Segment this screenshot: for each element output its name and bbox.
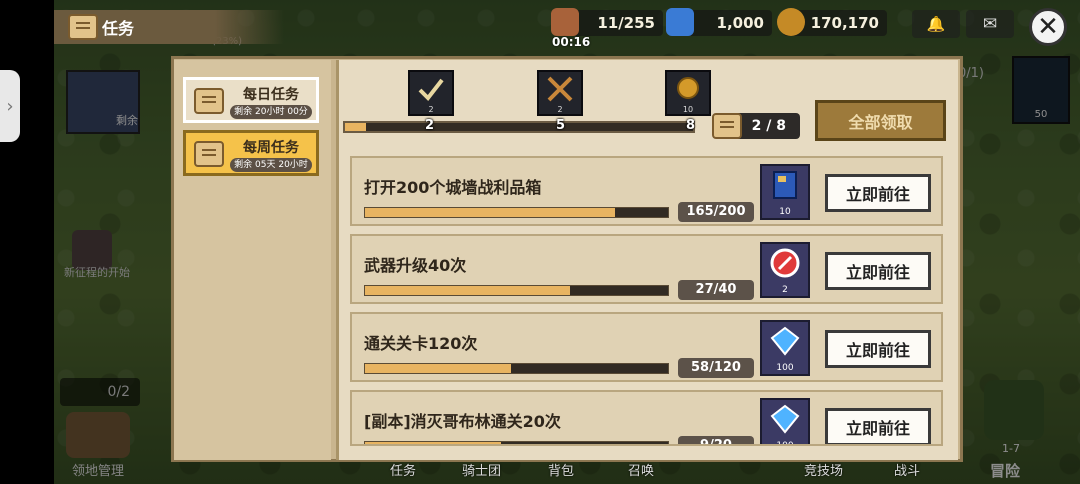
milestone-reward-3[interactable]: 10 (665, 70, 711, 116)
task-progress-fill (365, 208, 615, 217)
scroll-icon (194, 141, 224, 167)
task-row: 武器升级40次 27/40 2 立即前往 (350, 234, 943, 304)
gold-coin-icon (777, 8, 805, 36)
tab-weekly-timer: 剩余 05天 20小时 (230, 158, 312, 172)
milestone-1-count: 2 (428, 105, 434, 114)
chest-icon (551, 8, 579, 36)
reward-count: 2 (782, 285, 788, 295)
sword-check-icon (418, 78, 444, 102)
window-title-bar: 任务 (54, 10, 284, 44)
overall-progress-badge: 2 / 8 (712, 113, 800, 139)
bell-icon[interactable]: 🔔 (912, 10, 960, 38)
close-button[interactable]: ✕ (1029, 8, 1067, 46)
task-progress-bar (364, 207, 669, 218)
scroll-icon (68, 14, 98, 40)
task-row: 通关关卡120次 58/120 100 立即前往 (350, 312, 943, 382)
overall-progress-text: 2 / 8 (751, 118, 786, 134)
task-progress-text: 58/120 (678, 358, 754, 378)
milestone-1-threshold: 2 (425, 118, 435, 133)
task-progress-fill (365, 364, 512, 373)
task-title: 武器升级40次 (364, 256, 467, 275)
milestone-2-threshold: 5 (556, 118, 566, 133)
scroll-icon (194, 88, 224, 114)
nav-knights[interactable]: 骑士团 (462, 460, 501, 479)
claim-all-button[interactable]: 全部领取 (815, 100, 946, 141)
milestone-reward-1[interactable]: 2 (408, 70, 454, 116)
nav-summon[interactable]: 召唤 (628, 460, 654, 479)
tab-daily-timer: 剩余 20小时 00分 (230, 105, 312, 119)
milestone-3-threshold: 8 (686, 118, 696, 133)
hud-gold: 170,170 (777, 8, 887, 36)
gold-coin-icon (677, 77, 699, 99)
book-icon[interactable]: 10 (760, 164, 810, 220)
reward-count: 10 (779, 207, 791, 217)
gems-value: 1,000 (716, 14, 764, 32)
hud-resource1: 11/255 (551, 8, 663, 36)
orb-graphic (770, 248, 800, 278)
chevron-right-icon: › (6, 95, 14, 117)
gem-icon (666, 8, 694, 36)
tab-daily-label: 每日任务 (243, 87, 299, 103)
mail-icon[interactable]: ✉ (966, 10, 1014, 38)
task-row: [副本]消灭哥布林通关20次 9/20 100 立即前往 (350, 390, 943, 446)
blue-gem-icon[interactable]: 100 (760, 398, 810, 446)
task-title: 通关关卡120次 (364, 334, 478, 353)
overall-progress-bar (343, 121, 695, 133)
go-button[interactable]: 立即前往 (825, 174, 931, 212)
milestone-3-count: 10 (682, 105, 694, 114)
tab-weekly[interactable]: 每周任务 剩余 05天 20小时 (183, 130, 319, 176)
task-progress-fill (365, 442, 502, 444)
task-title: 打开200个城墙战利品箱 (364, 178, 542, 197)
milestone-2-count: 2 (557, 105, 563, 114)
hud-timer: 00:16 (552, 35, 591, 49)
tab-weekly-label: 每周任务 (243, 140, 299, 156)
task-row: 打开200个城墙战利品箱 165/200 10 立即前往 (350, 156, 943, 226)
window-title: 任务 (102, 19, 135, 38)
close-icon: ✕ (1037, 12, 1059, 42)
scroll-icon (712, 113, 742, 139)
go-button[interactable]: 立即前往 (825, 252, 931, 290)
gold-value: 170,170 (810, 14, 879, 32)
task-title: [副本]消灭哥布林通关20次 (364, 412, 561, 431)
milestone-reward-2[interactable]: 2 (537, 70, 583, 116)
task-progress-text: 9/20 (678, 436, 754, 444)
nav-arena[interactable]: 竞技场 (804, 460, 843, 479)
nav-quests[interactable]: 任务 (390, 460, 416, 479)
gem-graphic (770, 404, 800, 434)
gem-graphic (770, 326, 800, 356)
resource1-value: 11/255 (597, 14, 655, 32)
task-progress-bar (364, 363, 669, 374)
side-drawer-handle[interactable]: › (0, 70, 20, 142)
book-graphic (773, 171, 797, 199)
nav-battle[interactable]: 战斗 (894, 460, 920, 479)
reward-count: 100 (776, 441, 794, 446)
hud-gems: 1,000 (666, 8, 772, 36)
task-progress-fill (365, 286, 570, 295)
task-progress-text: 165/200 (678, 202, 754, 222)
overall-progress-fill (345, 123, 366, 131)
task-progress-text: 27/40 (678, 280, 754, 300)
blue-gem-icon[interactable]: 100 (760, 320, 810, 376)
go-button[interactable]: 立即前往 (825, 408, 931, 444)
tab-daily[interactable]: 每日任务 剩余 20小时 00分 (183, 77, 319, 123)
task-progress-bar (364, 441, 669, 444)
go-button[interactable]: 立即前往 (825, 330, 931, 368)
task-progress-bar (364, 285, 669, 296)
crossed-swords-icon (547, 76, 573, 102)
reward-count: 100 (776, 363, 794, 373)
nav-bag[interactable]: 背包 (548, 460, 574, 479)
red-orb-icon[interactable]: 2 (760, 242, 810, 298)
